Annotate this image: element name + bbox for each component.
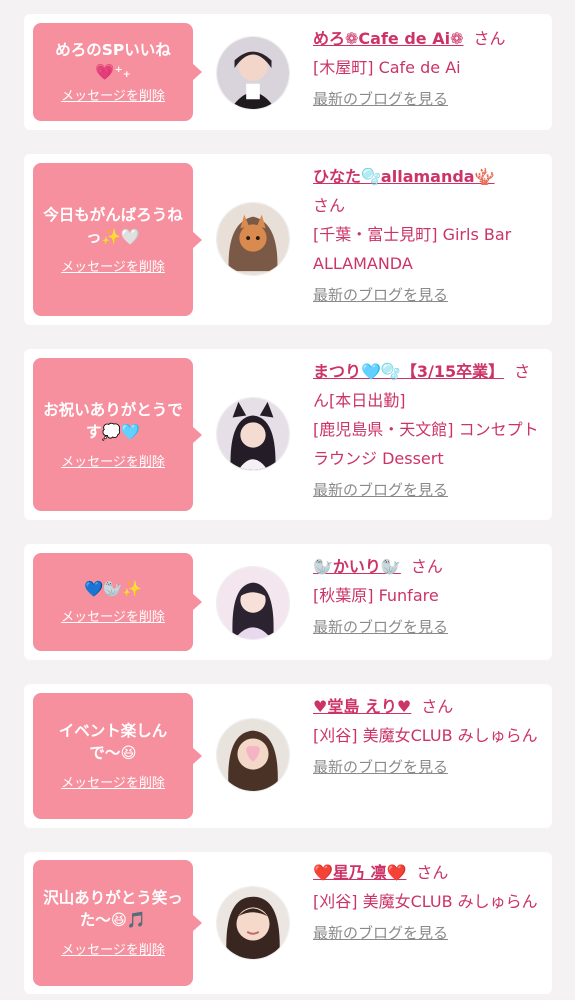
attendance-badge: [本日出勤] xyxy=(329,391,406,410)
message-text: 沢山ありがとう笑った〜😆🎵 xyxy=(43,889,183,929)
honorific: さん xyxy=(410,557,443,576)
avatar[interactable] xyxy=(216,397,290,471)
latest-blog-link[interactable]: 最新のブログを見る xyxy=(313,756,545,778)
cast-name-link[interactable]: ♥堂島 えり♥ xyxy=(313,697,411,716)
honorific: さん xyxy=(473,29,506,48)
message-bubble: 沢山ありがとう笑った〜😆🎵 メッセージを削除 xyxy=(33,860,202,986)
message-bubble: めろのSPいいね💗⁺₊ メッセージを削除 xyxy=(33,23,202,121)
message-bubble: 今日もがんばろうねっ✨🤍 メッセージを削除 xyxy=(33,163,202,316)
message-bubble: お祝いありがとうです💭🩵 メッセージを削除 xyxy=(33,358,202,511)
delete-message-link[interactable]: メッセージを削除 xyxy=(61,776,165,792)
delete-message-link[interactable]: メッセージを削除 xyxy=(61,260,165,276)
cast-info: まつり🩵🫧【3/15卒業】 さん[本日出勤] [鹿児島県・天文館] コンセプトラウ… xyxy=(313,357,545,501)
shop-name: [秋葉原] Funfare xyxy=(313,586,439,605)
message-text: お祝いありがとうです💭🩵 xyxy=(43,400,183,441)
message-card: 沢山ありがとう笑った〜😆🎵 メッセージを削除 ❤️星乃 凛❤️ さん [刈谷] 美… xyxy=(24,852,552,994)
cast-name-link[interactable]: まつり🩵🫧【3/15卒業】 xyxy=(313,362,504,381)
avatar[interactable] xyxy=(216,886,290,960)
avatar[interactable] xyxy=(216,36,290,110)
latest-blog-link[interactable]: 最新のブログを見る xyxy=(313,88,545,110)
shop-name: [鹿児島県・天文館] コンセプトラウンジ Dessert xyxy=(313,420,539,468)
message-card: お祝いありがとうです💭🩵 メッセージを削除 まつり🩵🫧【3/15卒業】 さん[本日… xyxy=(24,349,552,520)
delete-message-link[interactable]: メッセージを削除 xyxy=(61,943,165,959)
delete-message-link[interactable]: メッセージを削除 xyxy=(61,89,165,105)
message-text: 💙🦭✨ xyxy=(84,580,142,598)
cast-info: ひなた🫧allamanda🪸 さん [千葉・富士見町] Girls Bar AL… xyxy=(313,162,545,306)
message-text: めろのSPいいね💗⁺₊ xyxy=(55,41,171,81)
cast-name-link[interactable]: めろ❁Cafe de Ai❁ xyxy=(313,29,463,48)
cast-info: めろ❁Cafe de Ai❁ さん [木屋町] Cafe de Ai 最新のブログ… xyxy=(313,24,545,110)
cast-info: ❤️星乃 凛❤️ さん [刈谷] 美魔女CLUB みしゅらん 最新のブログを見る xyxy=(313,858,545,944)
honorific: さん xyxy=(416,863,449,882)
cast-name-link[interactable]: 🦭かいり🦭 xyxy=(313,557,401,576)
cast-name-link[interactable]: ひなた🫧allamanda🪸 xyxy=(313,167,495,186)
message-bubble: イベント楽しんで〜😆 メッセージを削除 xyxy=(33,693,202,819)
latest-blog-link[interactable]: 最新のブログを見る xyxy=(313,616,545,638)
avatar[interactable] xyxy=(216,566,290,640)
cast-name-link[interactable]: ❤️星乃 凛❤️ xyxy=(313,863,406,882)
honorific: さん xyxy=(421,697,454,716)
avatar[interactable] xyxy=(216,718,290,792)
honorific: さん xyxy=(313,196,346,215)
avatar[interactable] xyxy=(216,202,290,276)
cast-info: ♥堂島 えり♥ さん [刈谷] 美魔女CLUB みしゅらん 最新のブログを見る xyxy=(313,692,545,778)
message-card: 💙🦭✨ メッセージを削除 🦭かいり🦭 さん [秋葉原] Funfare 最新のブロ… xyxy=(24,544,552,660)
message-bubble: 💙🦭✨ メッセージを削除 xyxy=(33,553,202,651)
latest-blog-link[interactable]: 最新のブログを見る xyxy=(313,922,545,944)
message-text: イベント楽しんで〜😆 xyxy=(58,722,168,762)
shop-name: [刈谷] 美魔女CLUB みしゅらん xyxy=(313,726,538,745)
message-card: 今日もがんばろうねっ✨🤍 メッセージを削除 ひなた🫧allamanda🪸 さん … xyxy=(24,154,552,325)
delete-message-link[interactable]: メッセージを削除 xyxy=(61,455,165,471)
message-text: 今日もがんばろうねっ✨🤍 xyxy=(43,205,183,246)
delete-message-link[interactable]: メッセージを削除 xyxy=(61,610,165,626)
shop-name: [木屋町] Cafe de Ai xyxy=(313,58,461,77)
shop-name: [刈谷] 美魔女CLUB みしゅらん xyxy=(313,892,538,911)
shop-name: [千葉・富士見町] Girls Bar ALLAMANDA xyxy=(313,225,512,273)
cast-info: 🦭かいり🦭 さん [秋葉原] Funfare 最新のブログを見る xyxy=(313,552,545,638)
latest-blog-link[interactable]: 最新のブログを見る xyxy=(313,284,545,306)
message-card: イベント楽しんで〜😆 メッセージを削除 ♥堂島 えり♥ さん [刈谷] 美魔女CL… xyxy=(24,684,552,828)
latest-blog-link[interactable]: 最新のブログを見る xyxy=(313,479,545,501)
message-card: めろのSPいいね💗⁺₊ メッセージを削除 めろ❁Cafe de Ai❁ さん [木… xyxy=(24,14,552,130)
